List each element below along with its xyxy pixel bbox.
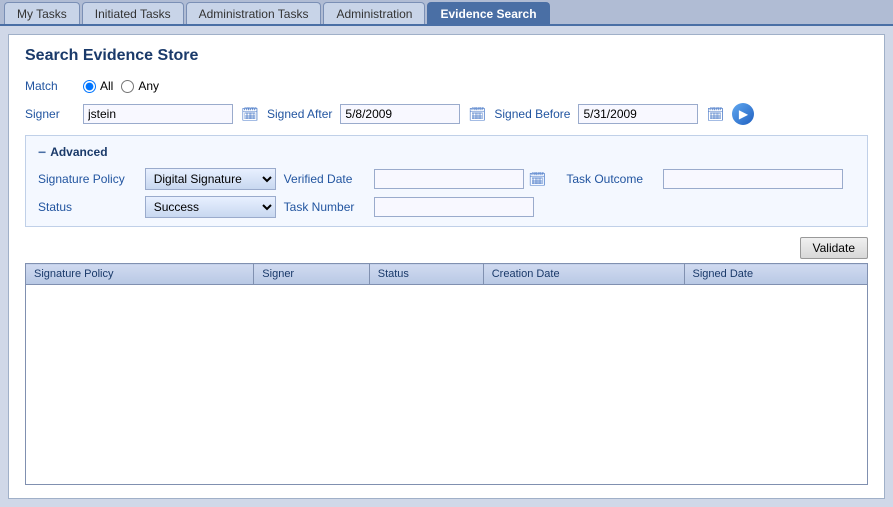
signature-policy-label: Signature Policy — [38, 172, 137, 186]
task-number-input[interactable] — [374, 197, 534, 217]
verified-date-input[interactable] — [374, 169, 524, 189]
validate-button[interactable]: Validate — [800, 237, 868, 259]
page-title: Search Evidence Store — [25, 47, 868, 65]
run-button[interactable]: ▶ — [732, 103, 754, 125]
task-outcome-label: Task Outcome — [566, 172, 655, 186]
tab-initiated-tasks[interactable]: Initiated Tasks — [82, 2, 184, 24]
signer-row: Signer 🗓 Signed After 🗓 Signed Before 🗓 … — [25, 103, 868, 125]
verified-date-label: Verified Date — [284, 172, 367, 186]
signer-input[interactable] — [83, 104, 233, 124]
match-all-group: All — [83, 79, 113, 93]
signed-after-cal-icon[interactable]: 🗓 — [468, 105, 486, 123]
match-label: Match — [25, 79, 75, 93]
verified-date-group: 🗓 — [374, 169, 558, 189]
advanced-section: − Advanced Signature Policy Digital Sign… — [25, 135, 868, 227]
results-area: Validate Signature Policy Signer Status … — [25, 237, 868, 485]
signer-label: Signer — [25, 107, 75, 121]
advanced-label: Advanced — [50, 145, 107, 159]
match-any-label: Any — [138, 79, 159, 93]
task-number-label: Task Number — [284, 200, 367, 214]
signer-cal-icon[interactable]: 🗓 — [241, 105, 259, 123]
table-body — [26, 285, 868, 485]
advanced-header[interactable]: − Advanced — [38, 144, 855, 160]
tab-bar: My Tasks Initiated Tasks Administration … — [0, 0, 893, 26]
signed-after-label: Signed After — [267, 107, 332, 121]
col-creation-date: Creation Date — [483, 264, 684, 285]
tab-administration-tasks[interactable]: Administration Tasks — [186, 2, 322, 24]
tab-my-tasks[interactable]: My Tasks — [4, 2, 80, 24]
validate-row: Validate — [25, 237, 868, 259]
tab-administration[interactable]: Administration — [323, 2, 425, 24]
table-header-row: Signature Policy Signer Status Creation … — [26, 264, 868, 285]
match-row: Match All Any — [25, 79, 868, 93]
match-any-group: Any — [121, 79, 159, 93]
table-empty-cell — [26, 285, 868, 485]
signed-after-input[interactable] — [340, 104, 460, 124]
results-table: Signature Policy Signer Status Creation … — [25, 263, 868, 485]
col-signature-policy: Signature Policy — [26, 264, 254, 285]
match-all-radio[interactable] — [83, 80, 96, 93]
status-select[interactable]: Success Failure Pending — [145, 196, 276, 218]
task-outcome-input[interactable] — [663, 169, 843, 189]
signed-before-label: Signed Before — [494, 107, 570, 121]
match-all-label: All — [100, 79, 113, 93]
advanced-grid: Signature Policy Digital Signature XML S… — [38, 168, 855, 218]
signed-before-cal-icon[interactable]: 🗓 — [706, 105, 724, 123]
match-any-radio[interactable] — [121, 80, 134, 93]
status-label: Status — [38, 200, 137, 214]
col-signed-date: Signed Date — [684, 264, 867, 285]
signed-before-input[interactable] — [578, 104, 698, 124]
col-status: Status — [369, 264, 483, 285]
table-empty-row — [26, 285, 868, 485]
verified-date-cal-icon[interactable]: 🗓 — [528, 170, 546, 188]
table-header: Signature Policy Signer Status Creation … — [26, 264, 868, 285]
signature-policy-select[interactable]: Digital Signature XML Signature PDF Sign… — [145, 168, 276, 190]
collapse-icon: − — [38, 144, 46, 160]
tab-evidence-search[interactable]: Evidence Search — [427, 2, 549, 24]
main-content: Search Evidence Store Match All Any Sign… — [8, 34, 885, 499]
col-signer: Signer — [254, 264, 369, 285]
